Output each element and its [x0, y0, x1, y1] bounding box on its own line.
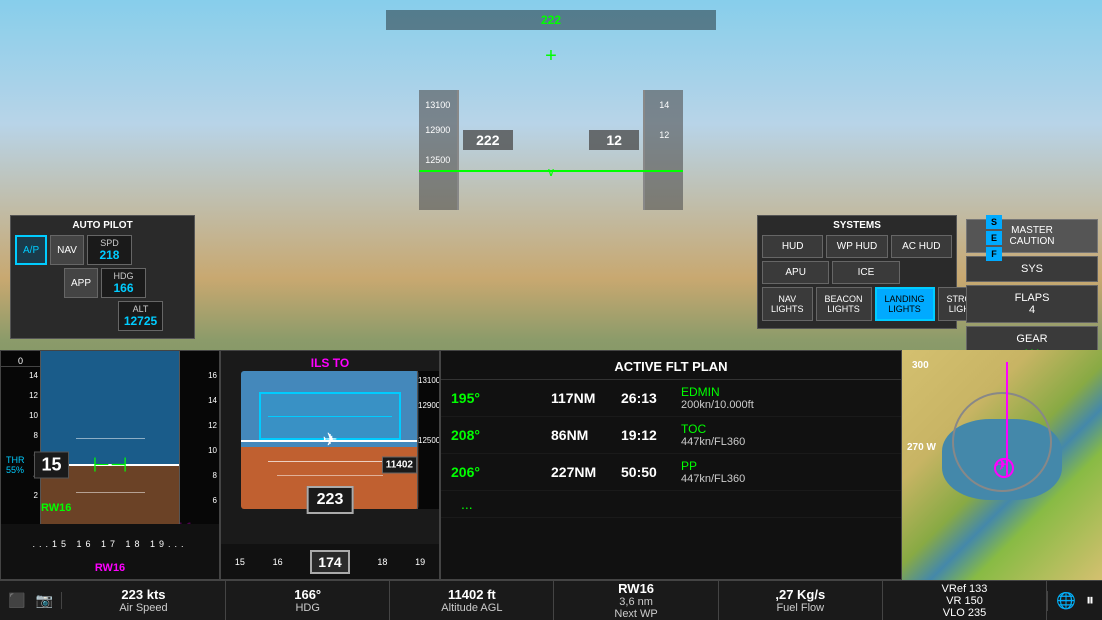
- status-airspeed: 223 kts Air Speed: [62, 581, 226, 620]
- status-bar-left-icons: ⬛ 📷: [0, 592, 62, 609]
- ils-panel: ILS TO ✈ 223 13100 12900 12500: [220, 350, 440, 580]
- monitor-icon[interactable]: ⬛: [8, 592, 25, 609]
- ils-alt-tape: 13100 12900 12500: [417, 371, 439, 509]
- ils-pitch-line: [268, 461, 393, 462]
- flight-plan-title: ACTIVE FLT PLAN: [441, 351, 901, 380]
- flt-dist-3: 227NM: [551, 464, 621, 480]
- flt-plan-row-3: 206° 227NM 50:50 PP 447kn/FL360: [441, 454, 901, 491]
- flt-dist-1: 117NM: [551, 390, 621, 406]
- ac-hud-button[interactable]: AC HUD: [891, 235, 952, 258]
- flt-plan-row-2: 208° 86NM 19:12 TOC 447kn/FL360: [441, 417, 901, 454]
- sef-f: F: [986, 247, 1002, 261]
- thr-indicator: THR 55%: [6, 455, 25, 475]
- wp-hud-button[interactable]: WP HUD: [826, 235, 887, 258]
- flight-plan-panel: ACTIVE FLT PLAN 195° 117NM 26:13 EDMIN 2…: [440, 350, 902, 580]
- status-vref: VRef 133 VR 150 VLO 235: [883, 581, 1047, 620]
- ils-pitch-line2: [277, 475, 384, 476]
- flt-spd-alt-3: 447kn/FL360: [681, 473, 891, 485]
- flt-ellipsis: ...: [451, 496, 473, 512]
- autopilot-title: AUTO PILOT: [15, 220, 190, 231]
- waypoint-label: RW16: [41, 502, 71, 514]
- sef-s: S: [986, 215, 1002, 229]
- map-aircraft-icon: ✈: [995, 455, 1008, 475]
- ils-hdg-tape: 15 16 174 18 19: [221, 544, 439, 579]
- pitch-line: [76, 438, 145, 439]
- nav-lights-button[interactable]: NAVLIGHTS: [762, 287, 813, 321]
- alt-box: ALT 12725: [118, 301, 163, 331]
- flt-time-2: 19:12: [621, 427, 681, 443]
- flt-plan-row-1: 195° 117NM 26:13 EDMIN 200kn/10.000ft: [441, 380, 901, 417]
- pitch-line: [76, 492, 145, 493]
- flt-time-1: 26:13: [621, 390, 681, 406]
- flt-spd-alt-1: 200kn/10.000ft: [681, 399, 891, 411]
- speed-readout: 15: [34, 452, 69, 479]
- ai-sky: [41, 351, 179, 465]
- globe-icon[interactable]: 🌐: [1056, 591, 1076, 611]
- status-next-wp: RW16 3,6 nm Next WP: [554, 581, 718, 620]
- map-label-270: 270 W: [907, 442, 936, 453]
- status-bar: ⬛ 📷 223 kts Air Speed 166° HDG 11402 ft …: [0, 580, 1102, 620]
- ils-alt-readout: 11402: [382, 457, 417, 474]
- hud-alt-box: 12: [589, 130, 639, 150]
- flt-wp-3: PP: [681, 459, 891, 473]
- nav-button[interactable]: NAV: [50, 235, 84, 265]
- ils-title: ILS TO: [221, 356, 439, 370]
- beacon-lights-button[interactable]: BEACONLIGHTS: [816, 287, 872, 321]
- hud-heading-tape: 222: [386, 10, 717, 30]
- sef-e: E: [986, 231, 1002, 245]
- camera-icon[interactable]: 📷: [35, 592, 52, 609]
- pause-icon[interactable]: ⏸: [1086, 592, 1094, 610]
- map-panel-container: 300 270 W ✈: [902, 350, 1102, 580]
- apu-button[interactable]: APU: [762, 261, 829, 284]
- landing-lights-button[interactable]: LANDINGLIGHTS: [875, 287, 935, 321]
- ap-button[interactable]: A/P: [15, 235, 47, 265]
- app-button[interactable]: APP: [64, 268, 98, 298]
- flt-bearing-2: 208°: [451, 427, 511, 443]
- systems-panel: SYSTEMS HUD WP HUD AC HUD APU ICE NAVLIG…: [757, 215, 957, 329]
- ils-inner-line: [268, 416, 393, 417]
- status-hdg: 166° HDG: [226, 581, 390, 620]
- ice-button[interactable]: ICE: [832, 261, 899, 284]
- ils-hdg-bottom: 174: [310, 550, 349, 574]
- flaps-button[interactable]: FLAPS 4: [966, 285, 1098, 323]
- hud-speed-box: 222: [463, 130, 513, 150]
- sef-box: S E F: [986, 215, 1002, 261]
- hud-scale-left: 13100 12900 12500: [419, 90, 459, 210]
- hud-heading-value: 222: [541, 13, 561, 27]
- panels-row: 0 14 12 10 8 6 4 2 ⊢⊣ 15 THR 55%: [0, 350, 1102, 580]
- hud-crosshair: [545, 45, 557, 68]
- map-label-300: 300: [912, 360, 929, 371]
- flt-dist-2: 86NM: [551, 427, 621, 443]
- autopilot-panel: AUTO PILOT A/P NAV SPD 218 APP HDG 166 A…: [10, 215, 195, 339]
- hdg-box: HDG 166: [101, 268, 146, 298]
- hdg-bottom-value: RW16: [95, 562, 125, 574]
- systems-title: SYSTEMS: [762, 220, 952, 231]
- status-bar-right-icons: 🌐 ⏸: [1047, 591, 1102, 611]
- ils-heading-box: 223: [307, 486, 354, 514]
- hud-button[interactable]: HUD: [762, 235, 823, 258]
- status-fuel-flow: ,27 Kg/s Fuel Flow: [719, 581, 883, 620]
- speed-attitude-panel: 0 14 12 10 8 6 4 2 ⊢⊣ 15 THR 55%: [0, 350, 220, 580]
- flt-bearing-1: 195°: [451, 390, 511, 406]
- flt-wp-1: EDMIN: [681, 385, 891, 399]
- flt-time-3: 50:50: [621, 464, 681, 480]
- flt-wp-2: TOC: [681, 422, 891, 436]
- flt-spd-alt-2: 447kn/FL360: [681, 436, 891, 448]
- flt-bearing-3: 206°: [451, 464, 511, 480]
- ils-aircraft-symbol: ✈: [322, 430, 337, 451]
- flt-plan-row-ellipsis: ...: [441, 491, 901, 518]
- hud-scale-right: 14 12: [643, 90, 683, 210]
- hdg-compass: ...15 16 17 18 19... RW16: [1, 524, 219, 579]
- spd-box: SPD 218: [87, 235, 132, 265]
- status-altitude: 11402 ft Altitude AGL: [390, 581, 554, 620]
- hud-flight-path-vector: ∨: [547, 165, 556, 179]
- aircraft-symbol: ⊢⊣: [93, 453, 128, 478]
